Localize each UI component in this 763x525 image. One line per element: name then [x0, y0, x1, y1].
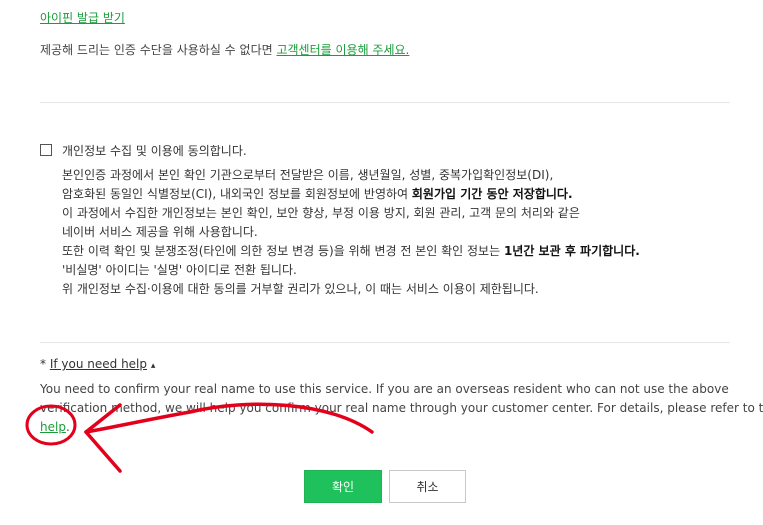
- ipin-issue-link[interactable]: 아이핀 발급 받기: [40, 9, 125, 26]
- terms-line: '비실명' 아이디는 '실명' 아이디로 전환 됩니다.: [62, 263, 297, 277]
- help-bullet: *: [40, 357, 50, 371]
- terms-line: 이 과정에서 수집한 개인정보는 본인 확인, 보안 향상, 부정 이용 방지,…: [62, 206, 580, 220]
- cancel-button[interactable]: 취소: [389, 470, 466, 503]
- customer-center-link[interactable]: 고객센터를 이용해 주세요.: [276, 43, 409, 57]
- confirm-button[interactable]: 확인: [304, 470, 382, 503]
- help-toggle[interactable]: * If you need help ▴: [40, 357, 155, 371]
- divider-top: [40, 102, 730, 103]
- help-line: help.: [40, 420, 70, 434]
- alternative-notice: 제공해 드리는 인증 수단을 사용하실 수 없다면 고객센터를 이용해 주세요.: [40, 41, 409, 58]
- notice-text: 제공해 드리는 인증 수단을 사용하실 수 없다면: [40, 43, 277, 57]
- terms-line: 암호화된 동일인 식별정보(CI), 내외국인 정보를 회원정보에 반영하여 회…: [62, 187, 573, 201]
- help-description: You need to confirm your real name to us…: [40, 380, 763, 437]
- terms-line: 본인인증 과정에서 본인 확인 기관으로부터 전달받은 이름, 생년월일, 성별…: [62, 168, 554, 182]
- caret-up-icon: ▴: [150, 361, 156, 371]
- divider-bottom: [40, 342, 730, 343]
- help-link[interactable]: help: [40, 420, 66, 434]
- consent-label[interactable]: 개인정보 수집 및 이용에 동의합니다.: [62, 142, 247, 159]
- terms-line: 위 개인정보 수집·이용에 대한 동의를 거부할 권리가 있으나, 이 때는 서…: [62, 282, 539, 296]
- consent-checkbox[interactable]: [40, 144, 52, 156]
- terms-line: 또한 이력 확인 및 분쟁조정(타인에 의한 정보 변경 등)을 위해 변경 전…: [62, 244, 640, 258]
- help-toggle-label[interactable]: If you need help: [50, 357, 147, 371]
- help-line: verification method, we will help you co…: [40, 401, 763, 415]
- help-line: You need to confirm your real name to us…: [40, 382, 729, 396]
- consent-terms: 본인인증 과정에서 본인 확인 기관으로부터 전달받은 이름, 생년월일, 성별…: [62, 166, 640, 299]
- terms-line: 네이버 서비스 제공을 위해 사용합니다.: [62, 225, 258, 239]
